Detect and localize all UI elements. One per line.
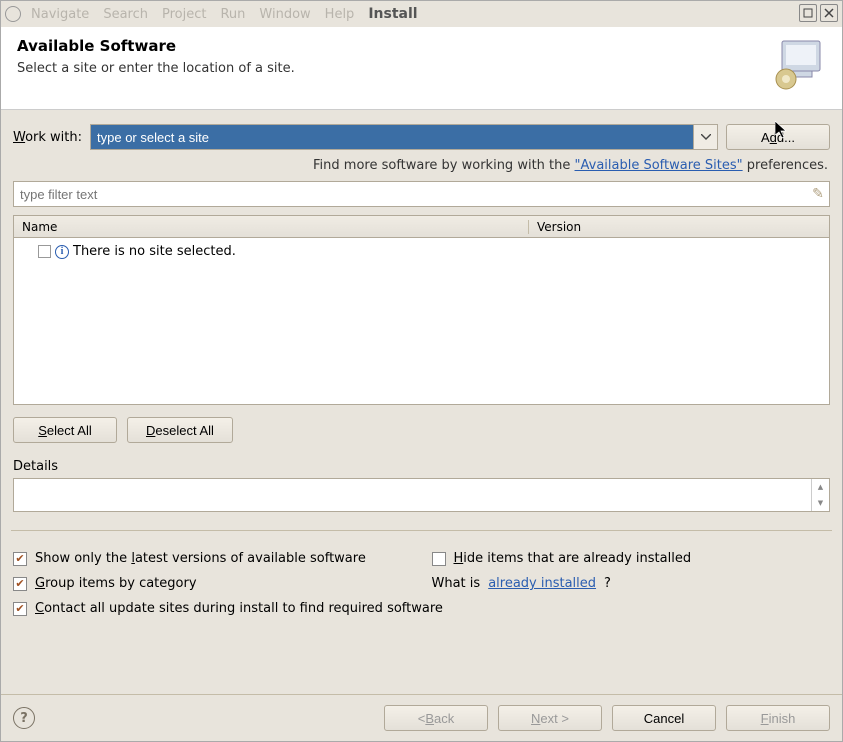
tree-header: Name Version <box>14 216 829 238</box>
deselect-all-button[interactable]: Deselect All <box>127 417 233 443</box>
what-is-installed: What is already installed? <box>432 576 831 591</box>
checkbox-icon[interactable] <box>13 602 27 616</box>
menu-search: Search <box>103 7 148 22</box>
finish-button[interactable]: Finish <box>726 705 830 731</box>
menu-navigate: Navigate <box>31 7 89 22</box>
install-dialog: Navigate Search Project Run Window Help … <box>0 0 843 742</box>
opt-hide-installed[interactable]: Hide items that are already installed <box>432 551 831 566</box>
close-button[interactable] <box>820 4 838 22</box>
header-band: Available Software Select a site or ente… <box>1 27 842 110</box>
tree-empty-row: i There is no site selected. <box>22 242 821 261</box>
details-box: ▲▼ <box>13 478 830 512</box>
menu-window: Window <box>259 7 310 22</box>
filter-input[interactable] <box>14 187 807 202</box>
select-all-button[interactable]: Select All <box>13 417 117 443</box>
available-sites-link[interactable]: "Available Software Sites" <box>575 158 743 173</box>
window-title: Install <box>368 6 417 22</box>
checkbox-icon[interactable] <box>13 577 27 591</box>
help-icon[interactable]: ? <box>13 707 35 729</box>
filter-row[interactable]: ✎ <box>13 181 830 207</box>
details-label: Details <box>13 459 830 474</box>
empty-message: There is no site selected. <box>73 244 236 259</box>
maximize-button[interactable] <box>799 4 817 22</box>
info-icon: i <box>55 245 69 259</box>
menu-project: Project <box>162 7 206 22</box>
opt-show-latest[interactable]: Show only the latest versions of availab… <box>13 551 412 566</box>
install-icon <box>772 37 826 91</box>
app-icon <box>5 6 21 22</box>
work-with-combo[interactable] <box>90 124 718 150</box>
details-spinner[interactable]: ▲▼ <box>811 479 829 511</box>
page-title: Available Software <box>17 37 295 55</box>
footer: ? < Back Next > Cancel Finish <box>1 694 842 741</box>
opt-group-category[interactable]: Group items by category <box>13 576 412 591</box>
chevron-down-icon[interactable] <box>693 125 717 149</box>
menu-help: Help <box>325 7 355 22</box>
hint-line: Find more software by working with the "… <box>13 158 830 173</box>
window-controls <box>799 4 838 22</box>
page-subtitle: Select a site or enter the location of a… <box>17 61 295 76</box>
add-button[interactable]: Add... <box>726 124 830 150</box>
next-button[interactable]: Next > <box>498 705 602 731</box>
already-installed-link[interactable]: already installed <box>488 576 596 591</box>
back-button[interactable]: < Back <box>384 705 488 731</box>
titlebar: Navigate Search Project Run Window Help … <box>1 1 842 27</box>
background-menu: Navigate Search Project Run Window Help <box>31 7 354 22</box>
opt-contact-sites[interactable]: Contact all update sites during install … <box>13 601 830 616</box>
checkbox-icon[interactable] <box>13 552 27 566</box>
checkbox-icon[interactable] <box>432 552 446 566</box>
cancel-button[interactable]: Cancel <box>612 705 716 731</box>
work-with-input[interactable] <box>91 125 693 149</box>
clear-filter-icon[interactable]: ✎ <box>807 186 829 202</box>
row-checkbox[interactable] <box>38 245 51 258</box>
software-tree[interactable]: Name Version i There is no site selected… <box>13 215 830 405</box>
menu-run: Run <box>220 7 245 22</box>
column-version[interactable]: Version <box>529 220 829 234</box>
column-name[interactable]: Name <box>14 220 529 234</box>
work-with-label: Work with: <box>13 130 82 145</box>
separator <box>11 530 832 531</box>
